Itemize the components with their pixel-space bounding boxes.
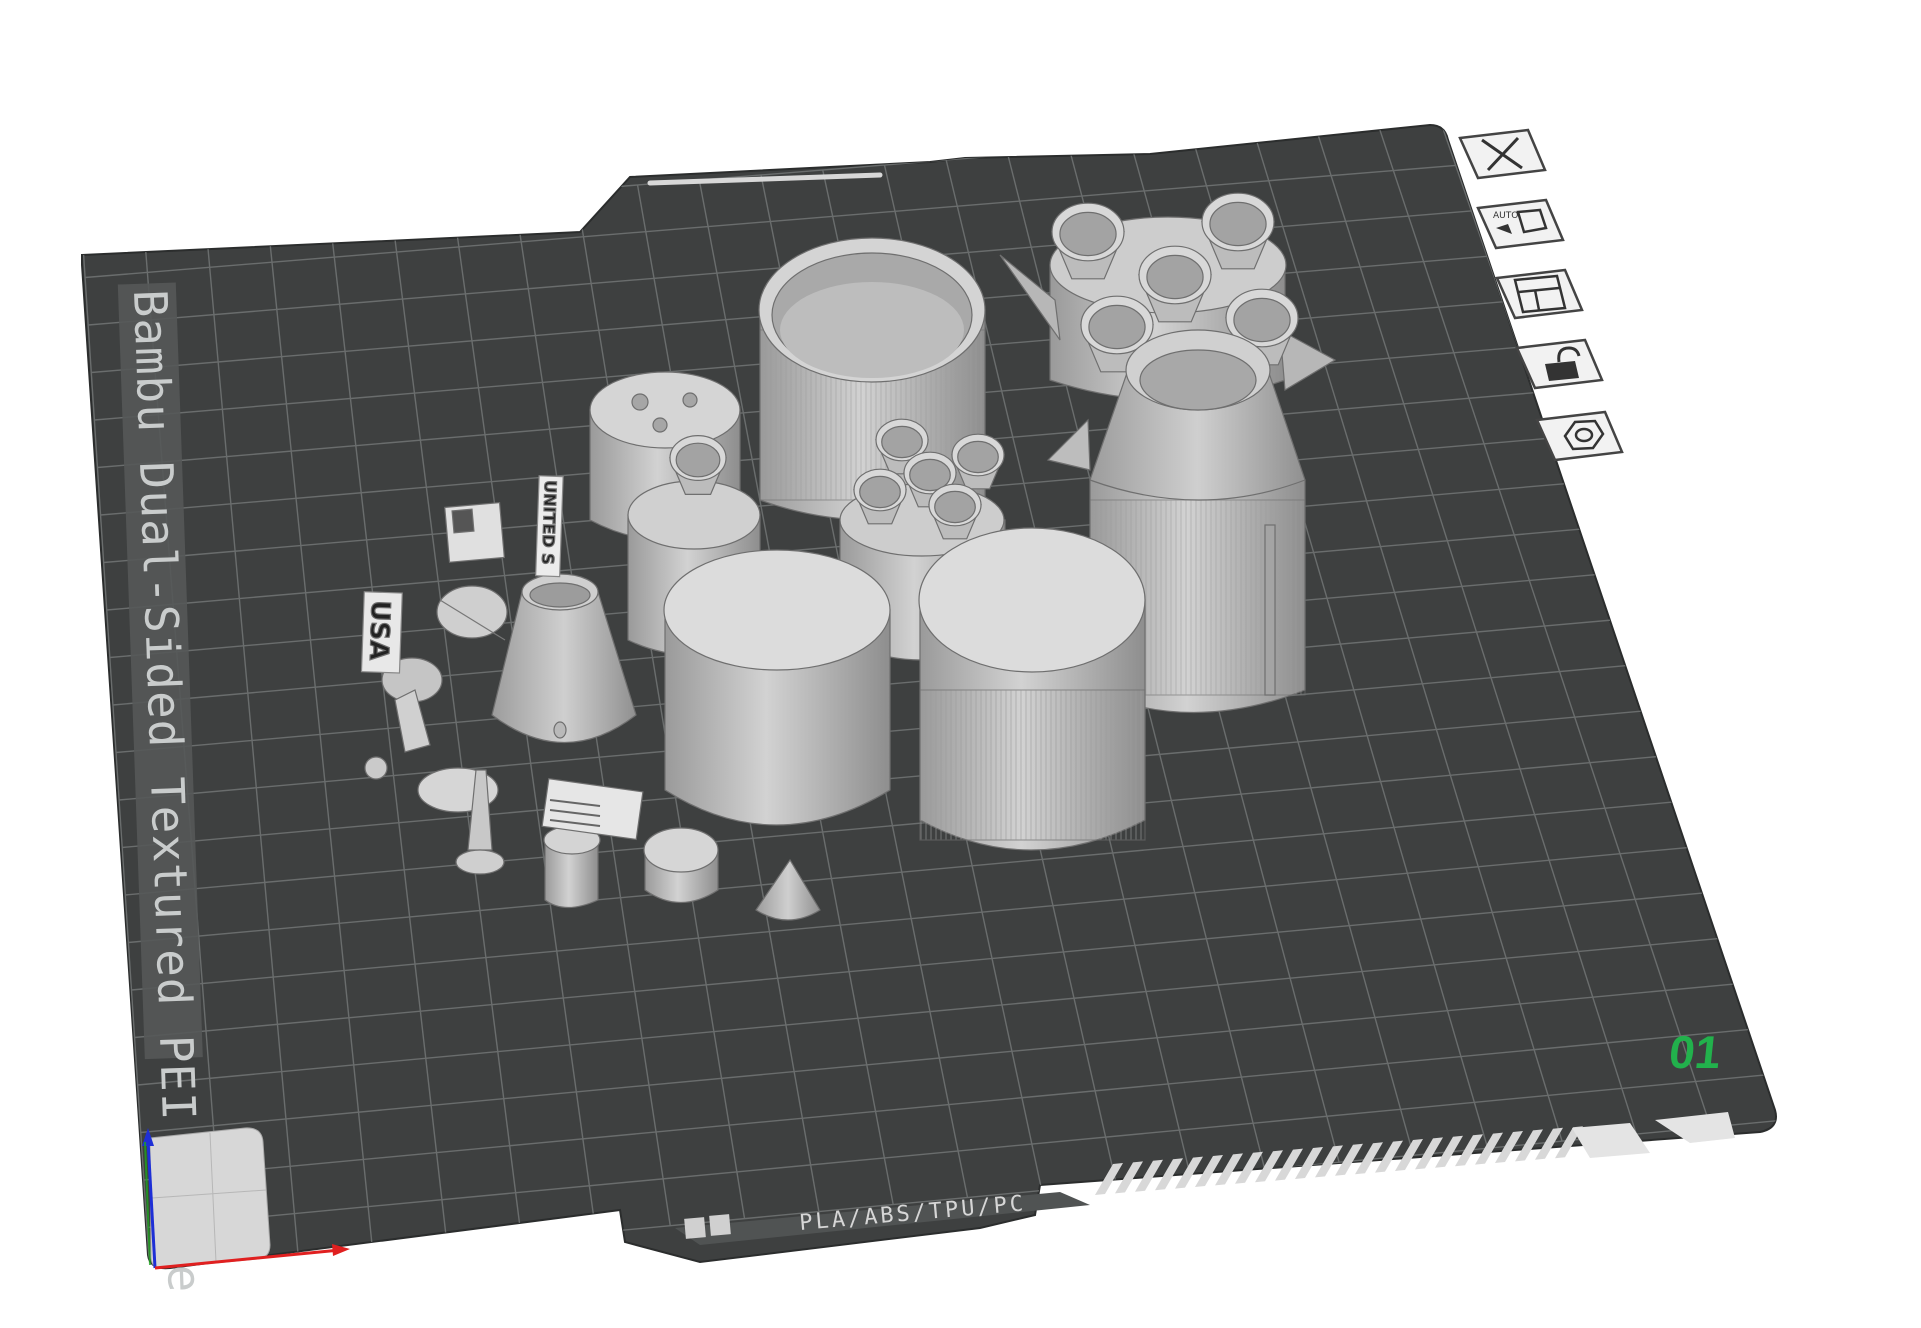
svg-text:UNITED S: UNITED S xyxy=(538,480,560,565)
model-tank-left[interactable] xyxy=(663,549,891,826)
decal-united-states: UNITED S xyxy=(535,475,564,578)
svg-text:USA: USA xyxy=(363,600,395,661)
arrange-button[interactable] xyxy=(1495,268,1584,320)
plate-index: 01 xyxy=(1667,1026,1724,1078)
auto-orient-button[interactable]: AUTO xyxy=(1476,198,1565,250)
decal-usa: USA xyxy=(360,591,403,674)
svg-text:AUTO: AUTO xyxy=(1493,211,1518,221)
3d-viewport[interactable]: Bambu Dual-Sided Textured PEI Plate PLA/… xyxy=(0,0,1921,1328)
delete-plate-button[interactable] xyxy=(1458,128,1547,180)
model-tank-right[interactable] xyxy=(918,527,1146,851)
